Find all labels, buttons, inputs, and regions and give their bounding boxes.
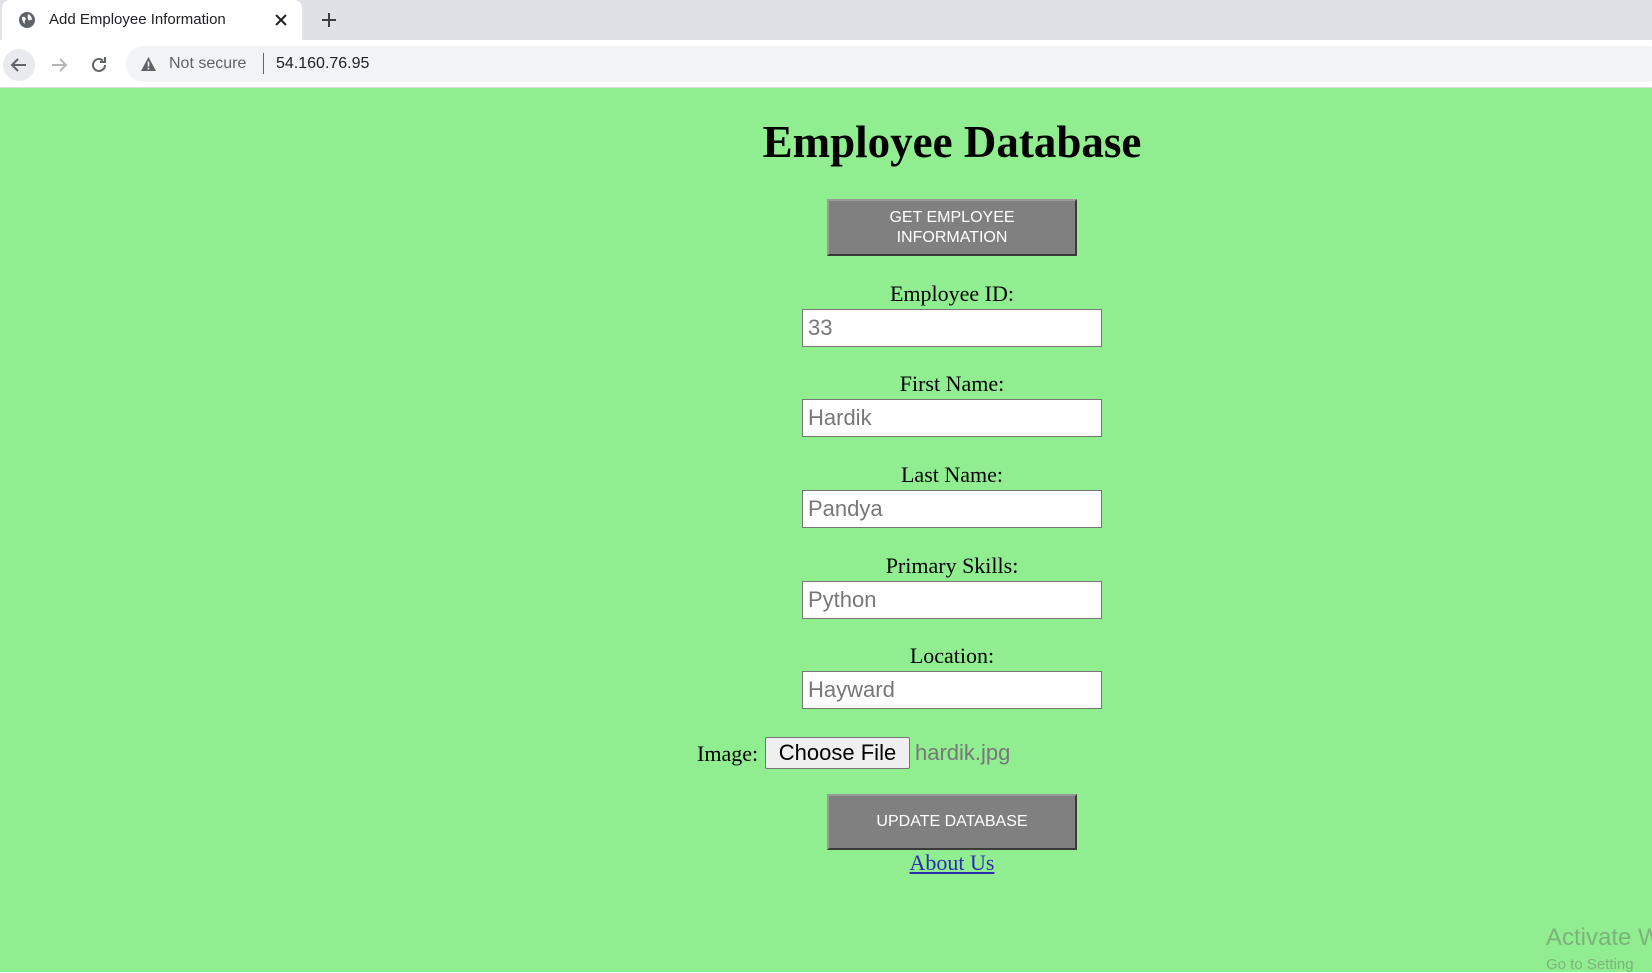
reload-button[interactable]	[83, 49, 115, 81]
browser-tab-strip: Add Employee Information	[0, 0, 1652, 40]
update-database-button[interactable]: UPDATE DATABASE	[827, 794, 1077, 850]
page-title: Employee Database	[762, 117, 1142, 167]
forward-button[interactable]	[43, 49, 75, 81]
close-icon[interactable]	[272, 11, 290, 29]
globe-icon	[19, 12, 35, 28]
warning-icon[interactable]	[140, 56, 157, 72]
page-body: Employee Database GET EMPLOYEE INFORMATI…	[0, 88, 1652, 973]
reload-icon	[92, 57, 106, 72]
last-name-input[interactable]: Pandya	[802, 490, 1102, 528]
primary-skills-input[interactable]: Python	[802, 581, 1102, 619]
first-name-input[interactable]: Hardik	[802, 399, 1102, 437]
primary-skills-label: Primary Skills:	[885, 553, 1019, 578]
employee-id-input[interactable]: 33	[802, 309, 1102, 347]
address-separator	[263, 53, 264, 74]
about-us-link[interactable]: About Us	[0, 850, 1652, 876]
arrow-left-icon	[10, 58, 26, 72]
arrow-right-icon	[52, 58, 68, 72]
plus-icon[interactable]	[319, 10, 339, 30]
location-label: Location:	[909, 643, 995, 668]
activate-windows-watermark: Activate W	[1546, 924, 1652, 951]
address-bar[interactable]: Not secure 54.160.76.95	[126, 46, 1652, 82]
selected-file-name: hardik.jpg	[915, 740, 1011, 765]
location-input[interactable]: Hayward	[802, 671, 1102, 709]
get-employee-information-button[interactable]: GET EMPLOYEE INFORMATION	[827, 199, 1077, 256]
image-label: Image:	[697, 741, 759, 766]
tab-title: Add Employee Information	[49, 11, 226, 28]
employee-id-label: Employee ID:	[889, 281, 1015, 306]
activate-windows-subtext: Go to Setting	[1546, 956, 1634, 973]
title-container: Employee Database	[0, 88, 1652, 188]
back-button[interactable]	[3, 49, 35, 81]
choose-file-button[interactable]: Choose File	[765, 737, 910, 769]
first-name-label: First Name:	[899, 371, 1005, 396]
security-status[interactable]: Not secure	[169, 55, 246, 73]
url-text[interactable]: 54.160.76.95	[276, 55, 369, 73]
last-name-label: Last Name:	[900, 462, 1004, 487]
browser-tab[interactable]: Add Employee Information	[2, 0, 302, 40]
browser-toolbar: Not secure 54.160.76.95	[0, 40, 1652, 88]
